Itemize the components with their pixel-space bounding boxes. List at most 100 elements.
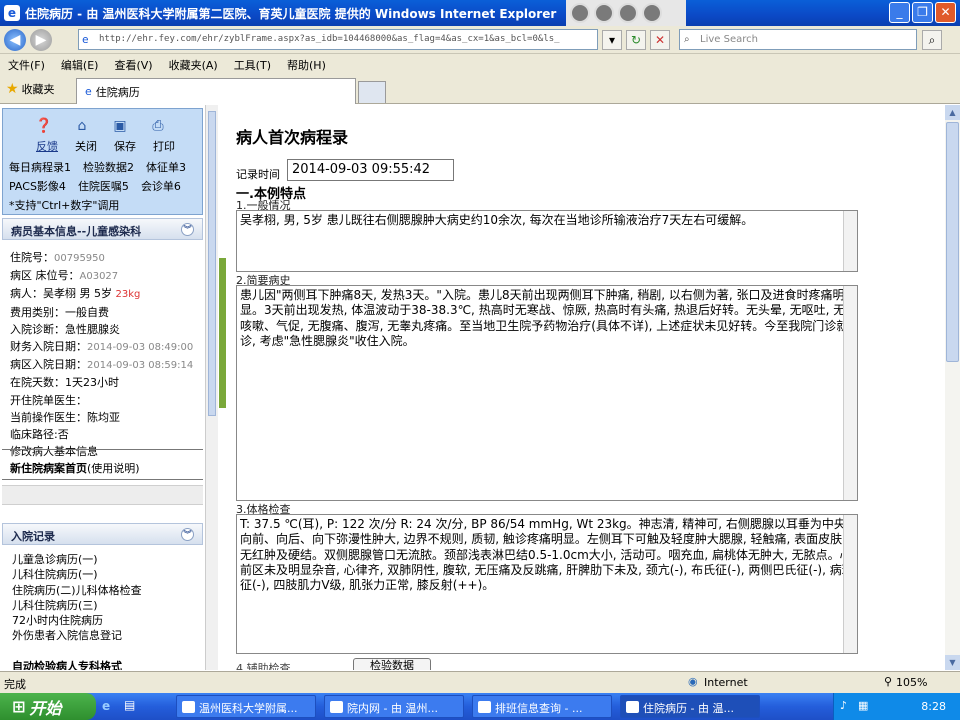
main-content: 病人首次病程录 记录时间 2014-09-03 09:55:42 一.本例特点 … (226, 105, 945, 670)
task-item[interactable]: 排班信息查询 - ... (472, 695, 612, 718)
scroll-thumb[interactable] (208, 111, 216, 416)
admission-record-header[interactable]: 入院记录 ︾ (2, 523, 203, 545)
save-button[interactable]: 保存 (111, 138, 139, 154)
list-item[interactable]: 儿科住院病历(一) (12, 567, 142, 582)
forward-button[interactable]: ▶ (30, 28, 52, 51)
page-icon (626, 701, 639, 713)
page-icon (478, 701, 491, 713)
orders-link[interactable]: 住院医嘱5 (78, 177, 129, 196)
circle-icon (618, 3, 638, 23)
restore-button[interactable]: ❐ (912, 2, 933, 23)
page-title: 病人首次病程录 (236, 128, 349, 147)
admission-list: 儿童急诊病历(一) 儿科住院病历(一) 住院病历(二)儿科体格检查 儿科住院病历… (12, 552, 142, 644)
list-item[interactable]: 住院病历(二)儿科体格检查 (12, 583, 142, 598)
menu-favorites[interactable]: 收藏夹(A) (169, 57, 218, 73)
zoom-level[interactable]: 105% (896, 676, 927, 689)
status-text: 完成 (4, 678, 26, 691)
save-icon[interactable]: ▣ (111, 117, 129, 135)
general-textarea[interactable]: 吴孝栩, 男, 5岁 患儿既往右侧腮腺肿大病史约10余次, 每次在当地诊所输液治… (236, 210, 858, 272)
scroll-down-icon[interactable]: ▼ (945, 655, 960, 670)
zone-label: Internet (704, 676, 748, 689)
page-icon: e (85, 85, 92, 98)
homepage-link[interactable]: 新住院病案首页(使用说明) (10, 460, 140, 476)
textarea-scrollbar[interactable] (843, 515, 857, 653)
page-icon (330, 701, 343, 713)
taskbar: ⊞ 开始 e ▤ 温州医科大学附属... 院内网 - 由 温州... 排班信息查询… (0, 693, 960, 720)
consult-link[interactable]: 会诊单6 (141, 177, 181, 196)
menu-help[interactable]: 帮助(H) (287, 57, 326, 73)
favorites-bar: ★ 收藏夹 e 住院病历 (0, 76, 960, 104)
ie-icon[interactable]: e (102, 699, 110, 713)
task-item[interactable]: 温州医科大学附属... (176, 695, 316, 718)
page-icon: e (82, 33, 89, 46)
volume-icon[interactable]: ♪ (840, 699, 847, 712)
task-item[interactable]: 住院病历 - 由 温... (620, 695, 760, 718)
network-icon[interactable]: ▦ (858, 699, 868, 712)
chevron-double-icon[interactable]: ︾ (181, 528, 194, 541)
list-item[interactable]: 外伤患者入院信息登记 (12, 628, 142, 643)
record-time-label: 记录时间 (236, 168, 280, 181)
start-button[interactable]: ⊞ 开始 (0, 693, 96, 720)
chevron-double-icon[interactable]: ︾ (181, 223, 194, 236)
patient-info: 住院号：00795950 病区 床位号：A03027 病人：吴孝栩 男 5岁 2… (10, 249, 203, 460)
new-tab-button[interactable] (358, 81, 386, 103)
sidebar-scrollbar[interactable] (205, 105, 218, 670)
menu-edit[interactable]: 编辑(E) (61, 57, 99, 73)
favorites-button[interactable]: ★ 收藏夹 (6, 81, 55, 97)
search-button[interactable]: ⌕ (922, 30, 942, 50)
pacs-link[interactable]: PACS影像4 (9, 177, 66, 196)
dropdown-button[interactable]: ▾ (602, 30, 622, 50)
circle-icon (642, 3, 662, 23)
edit-patient-link[interactable]: 修改病人基本信息 (10, 443, 203, 460)
close-window-button[interactable]: ✕ (935, 2, 956, 23)
exam-textarea[interactable]: T: 37.5 ℃(耳), P: 122 次/分 R: 24 次/分, BP 8… (236, 514, 858, 654)
minimize-button[interactable]: _ (889, 2, 910, 23)
divider (2, 449, 203, 450)
window-title-bar[interactable]: e 住院病历 - 由 温州医科大学附属第二医院、育英儿童医院 提供的 Windo… (0, 0, 960, 26)
patient-info-header[interactable]: 病员基本信息--儿童感染科 ︾ (2, 218, 203, 240)
menu-file[interactable]: 文件(F) (8, 57, 45, 73)
print-icon[interactable]: ⎙ (149, 117, 167, 135)
page-scrollbar[interactable]: ▲ ▼ (945, 105, 960, 670)
list-item[interactable]: 72小时内住院病历 (12, 613, 142, 628)
lab-data-link[interactable]: 检验数据2 (83, 158, 134, 177)
desktop-icon[interactable]: ▤ (124, 698, 135, 712)
list-item[interactable]: 儿科住院病历(三) (12, 598, 142, 613)
back-button[interactable]: ◀ (4, 28, 26, 51)
search-input[interactable]: ⌕ Live Search (679, 29, 917, 50)
shortcut-hint: *支持"Ctrl+数字"调用 (9, 199, 120, 212)
daily-progress-link[interactable]: 每日病程录1 (9, 158, 71, 177)
status-bar: 完成 ◉ Internet ⚲ 105% (0, 671, 960, 693)
scroll-thumb[interactable] (946, 122, 959, 362)
next-section-header[interactable]: 自动检验病人专科格式 (12, 658, 122, 670)
window-title: 住院病历 - 由 温州医科大学附属第二医院、育英儿童医院 提供的 Windows… (25, 6, 557, 21)
windows-logo-icon: ⊞ (12, 697, 26, 716)
zoom-icon: ⚲ (884, 675, 893, 688)
lab-data-button[interactable]: 检验数据 (353, 658, 431, 670)
menu-view[interactable]: 查看(V) (114, 57, 152, 73)
globe-icon: ◉ (688, 675, 698, 688)
help-icon[interactable]: ❓ (35, 117, 53, 135)
textarea-scrollbar[interactable] (843, 286, 857, 500)
history-textarea[interactable]: 患儿因"两侧耳下肿痛8天, 发热3天。"入院。患儿8天前出现两侧耳下肿痛, 稍剧… (236, 285, 858, 501)
close-button[interactable]: 关闭 (72, 138, 100, 154)
splitter-handle[interactable] (219, 258, 226, 408)
search-icon: ⌕ (684, 34, 690, 45)
scroll-up-icon[interactable]: ▲ (945, 105, 960, 120)
task-item[interactable]: 院内网 - 由 温州... (324, 695, 464, 718)
list-item[interactable]: 儿童急诊病历(一) (12, 552, 142, 567)
left-sidebar: ❓ ⌂ ▣ ⎙ 反馈 关闭 保存 打印 每日病程录1 检验数据2 体征单3 PA… (0, 105, 205, 670)
stop-button[interactable]: ✕ (650, 30, 670, 50)
feedback-button[interactable]: 反馈 (33, 138, 61, 154)
home-icon[interactable]: ⌂ (73, 117, 91, 135)
aux-exam-label: 4.辅助检查 (236, 662, 291, 670)
address-toolbar: ◀ ▶ e http://ehr.fey.com/ehr/zyblFrame.a… (0, 26, 960, 54)
vital-signs-link[interactable]: 体征单3 (146, 158, 186, 177)
refresh-button[interactable]: ↻ (626, 30, 646, 50)
textarea-scrollbar[interactable] (843, 211, 857, 271)
url-input[interactable]: e http://ehr.fey.com/ehr/zyblFrame.aspx?… (78, 29, 598, 50)
record-time-input[interactable]: 2014-09-03 09:55:42 (287, 159, 454, 181)
tab-inpatient-record[interactable]: e 住院病历 (76, 78, 356, 104)
print-button[interactable]: 打印 (150, 138, 178, 154)
menu-tools[interactable]: 工具(T) (234, 57, 271, 73)
